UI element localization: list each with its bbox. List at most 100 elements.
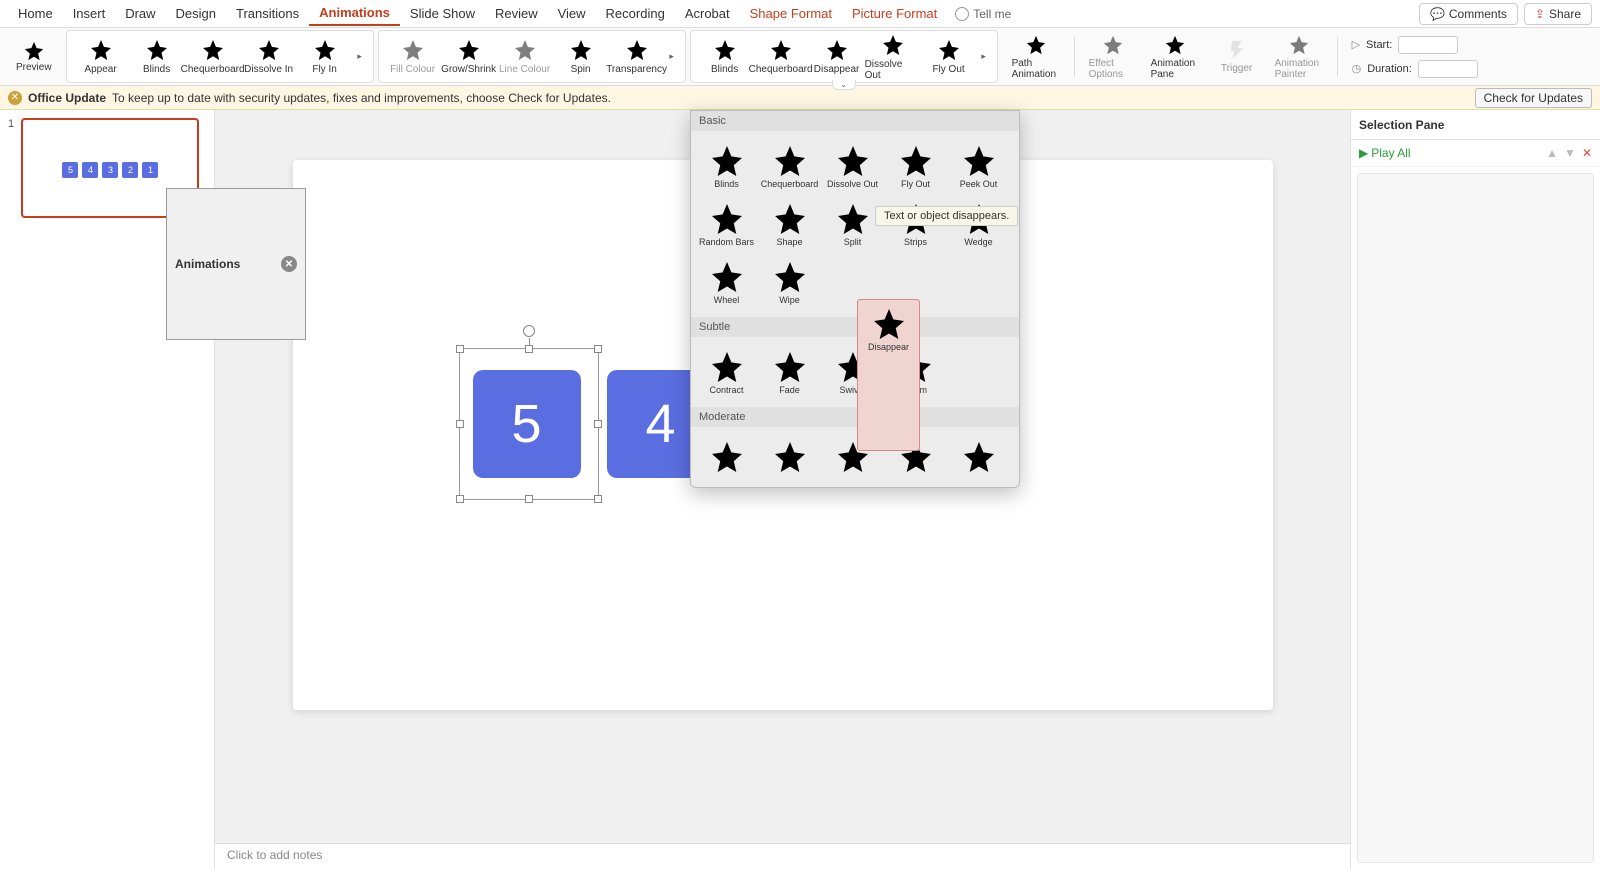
effect-shape[interactable]: Shape [758, 195, 821, 253]
emphasis-spin[interactable]: Spin [553, 38, 609, 75]
close-icon[interactable]: ✕ [281, 256, 297, 272]
exit-chequerboard[interactable]: Chequerboard [753, 38, 809, 75]
animation-pane[interactable]: Animation Pane [1151, 34, 1199, 80]
tab-design[interactable]: Design [166, 2, 226, 25]
label: Effect Options [1089, 58, 1137, 80]
emphasis-fill[interactable]: Fill Colour [385, 38, 441, 75]
tab-animations[interactable]: Animations [309, 1, 400, 26]
tab-view[interactable]: View [548, 2, 596, 25]
exit-more[interactable]: ▸ [977, 51, 991, 62]
clock-icon: ◷ [1352, 62, 1362, 75]
label: Grow/Shrink [441, 64, 496, 75]
notes-pane[interactable]: Click to add notes [215, 843, 1350, 869]
entrance-blinds[interactable]: Blinds [129, 38, 185, 75]
selection-box[interactable] [459, 348, 599, 500]
animations-pane-tab[interactable]: Animations ✕ [166, 188, 306, 340]
label: Chequerboard [761, 179, 819, 189]
comments-button[interactable]: 💬Comments [1419, 3, 1518, 25]
mini-shape: 3 [102, 162, 118, 178]
effect-wheel[interactable]: Wheel [695, 253, 758, 311]
label: Appear [84, 64, 116, 75]
label: Animation Painter [1275, 58, 1323, 80]
tab-review[interactable]: Review [485, 2, 548, 25]
mini-shape: 2 [122, 162, 138, 178]
label: Dissolve Out [865, 59, 921, 81]
label: Path Animation [1012, 58, 1060, 80]
effect-contract[interactable]: Contract [695, 343, 758, 401]
effect-disappear[interactable]: Disappear [857, 299, 920, 451]
label: Transparency [606, 64, 667, 75]
share-icon: ⇪ [1535, 7, 1545, 21]
exit-dissolve-out[interactable]: Dissolve Out [865, 33, 921, 81]
tab-home[interactable]: Home [8, 2, 63, 25]
label: Random Bars [699, 237, 754, 247]
resize-handle[interactable] [456, 495, 464, 503]
entrance-appear[interactable]: Appear [73, 38, 129, 75]
check-updates-button[interactable]: Check for Updates [1475, 88, 1592, 108]
effect-options[interactable]: Effect Options [1089, 34, 1137, 80]
emphasis-grow[interactable]: Grow/Shrink [441, 38, 497, 75]
tab-transitions[interactable]: Transitions [226, 2, 309, 25]
category-basic: Basic [691, 111, 1019, 131]
resize-handle[interactable] [594, 495, 602, 503]
effect-dissolve-out[interactable]: Dissolve Out [821, 137, 884, 195]
move-down-icon[interactable]: ▼ [1564, 146, 1576, 160]
effect-fade[interactable]: Fade [758, 343, 821, 401]
move-up-icon[interactable]: ▲ [1546, 146, 1558, 160]
trigger[interactable]: Trigger [1213, 39, 1261, 74]
animation-list[interactable] [1357, 173, 1594, 863]
effect-wipe[interactable]: Wipe [758, 253, 821, 311]
emphasis-more[interactable]: ▸ [665, 51, 679, 62]
exit-disappear[interactable]: Disappear [809, 38, 865, 75]
entrance-dissolve-in[interactable]: Dissolve In [241, 38, 297, 75]
gallery-notch[interactable]: ⌄ [832, 80, 856, 90]
label: Animations [175, 257, 240, 271]
duration-input[interactable] [1418, 60, 1478, 78]
exit-blinds[interactable]: Blinds [697, 38, 753, 75]
tab-recording[interactable]: Recording [596, 2, 675, 25]
mini-shape: 1 [142, 162, 158, 178]
resize-handle[interactable] [525, 495, 533, 503]
effect-chequerboard[interactable]: Chequerboard [758, 137, 821, 195]
resize-handle[interactable] [594, 345, 602, 353]
label: Disappear [868, 342, 909, 352]
delete-icon[interactable]: ✕ [1582, 146, 1592, 160]
entrance-chequerboard[interactable]: Chequerboard [185, 38, 241, 75]
tab-shape-format[interactable]: Shape Format [740, 2, 842, 25]
exit-fly-out[interactable]: Fly Out [921, 38, 977, 75]
selection-pane-tab[interactable]: Selection Pane [1351, 110, 1600, 139]
effect-random-bars[interactable]: Random Bars [695, 195, 758, 253]
entrance-fly-in[interactable]: Fly In [297, 38, 353, 75]
resize-handle[interactable] [456, 345, 464, 353]
play-all-button[interactable]: ▶Play All [1359, 146, 1411, 160]
emphasis-transparency[interactable]: Transparency [609, 38, 665, 75]
update-bar: ✕ Office Update To keep up to date with … [0, 86, 1600, 110]
tab-insert[interactable]: Insert [63, 2, 116, 25]
effect-moderate-5[interactable] [947, 433, 1010, 481]
effect-fly-out[interactable]: Fly Out [884, 137, 947, 195]
tab-draw[interactable]: Draw [115, 2, 165, 25]
preview-group[interactable]: Preview [6, 30, 62, 83]
tab-acrobat[interactable]: Acrobat [675, 2, 740, 25]
category-moderate: Moderate [691, 407, 1019, 427]
tell-me[interactable]: Tell me [955, 7, 1011, 21]
resize-handle[interactable] [456, 420, 464, 428]
tab-slideshow[interactable]: Slide Show [400, 2, 485, 25]
effect-moderate-2[interactable] [758, 433, 821, 481]
rotate-handle[interactable] [523, 325, 535, 337]
path-animation[interactable]: Path Animation [1012, 34, 1060, 80]
start-input[interactable] [1398, 36, 1458, 54]
resize-handle[interactable] [525, 345, 533, 353]
entrance-more[interactable]: ▸ [353, 51, 367, 62]
label: Fly Out [932, 64, 964, 75]
emphasis-line[interactable]: Line Colour [497, 38, 553, 75]
animation-painter[interactable]: Animation Painter [1275, 34, 1323, 80]
start-label: Start: [1366, 39, 1392, 51]
effect-blinds[interactable]: Blinds [695, 137, 758, 195]
tab-picture-format[interactable]: Picture Format [842, 2, 947, 25]
effect-peek-out[interactable]: Peek Out [947, 137, 1010, 195]
effect-moderate-1[interactable] [695, 433, 758, 481]
resize-handle[interactable] [594, 420, 602, 428]
share-button[interactable]: ⇪Share [1524, 3, 1592, 25]
label: Fly Out [901, 179, 930, 189]
